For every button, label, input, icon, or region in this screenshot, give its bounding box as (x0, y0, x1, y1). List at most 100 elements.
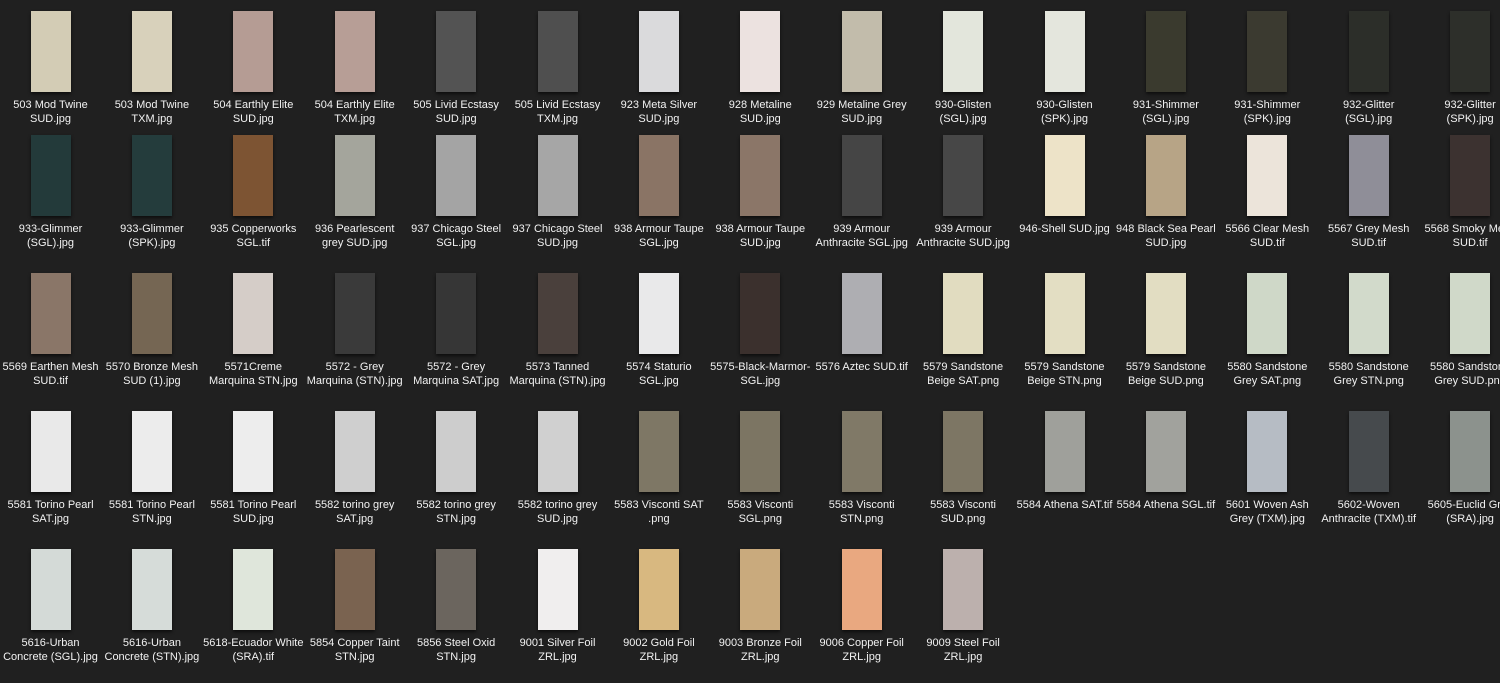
swatch-thumbnail-icon[interactable] (638, 549, 679, 630)
file-name-label: 5575-Black-Marmor-SGL.jpg (710, 361, 811, 387)
file-name-label: 932-Glitter (SPK).jpg (1444, 99, 1496, 125)
swatch-thumbnail-icon[interactable] (334, 273, 375, 354)
swatch-thumbnail-icon[interactable] (841, 549, 882, 630)
file-name-label: 5569 Earthen Mesh SUD.tif (2, 361, 99, 387)
swatch-thumbnail-icon[interactable] (233, 411, 274, 492)
swatch-thumbnail-icon[interactable] (537, 549, 578, 630)
file-name-label: 5581 Torino Pearl STN.jpg (108, 499, 195, 525)
swatch-thumbnail-icon[interactable] (638, 135, 679, 216)
swatch-thumbnail-icon[interactable] (943, 273, 984, 354)
swatch-thumbnail-icon[interactable] (30, 273, 71, 354)
swatch-thumbnail-icon[interactable] (30, 11, 71, 92)
swatch-thumbnail-icon[interactable] (131, 135, 172, 216)
file-name-label: 503 Mod Twine SUD.jpg (13, 99, 88, 125)
swatch-thumbnail-icon[interactable] (1348, 273, 1389, 354)
swatch-thumbnail-icon[interactable] (841, 273, 882, 354)
swatch-thumbnail-icon[interactable] (740, 549, 781, 630)
swatch-thumbnail-icon[interactable] (131, 11, 172, 92)
file-name-label: 931-Shimmer (SGL).jpg (1132, 99, 1199, 125)
swatch-thumbnail-icon[interactable] (740, 411, 781, 492)
file-name-label: 5579 Sandstone Beige SUD.png (1125, 361, 1206, 387)
swatch-thumbnail-icon[interactable] (537, 273, 578, 354)
file-name-label: 936 Pearlescent grey SUD.jpg (314, 223, 395, 249)
swatch-thumbnail-icon[interactable] (638, 11, 679, 92)
swatch-thumbnail-icon[interactable] (1348, 11, 1389, 92)
swatch-thumbnail-icon[interactable] (30, 411, 71, 492)
file-name-label: 5605-Euclid Grey (SRA).jpg (1427, 499, 1500, 525)
swatch-thumbnail-icon[interactable] (740, 135, 781, 216)
swatch-thumbnail-icon[interactable] (638, 411, 679, 492)
swatch-thumbnail-icon[interactable] (1145, 273, 1186, 354)
file-name-label: 9006 Copper Foil ZRL.jpg (819, 637, 904, 663)
swatch-thumbnail-icon[interactable] (537, 135, 578, 216)
swatch-thumbnail-icon[interactable] (334, 549, 375, 630)
swatch-thumbnail-icon[interactable] (841, 135, 882, 216)
swatch-thumbnail-icon[interactable] (1044, 411, 1085, 492)
file-name-label: 5602-Woven Anthracite (TXM).tif (1321, 499, 1417, 525)
swatch-thumbnail-icon[interactable] (30, 135, 71, 216)
file-name-label: 948 Black Sea Pearl SUD.jpg (1116, 223, 1216, 249)
file-name-label: 5584 Athena SAT.tif (1016, 499, 1113, 511)
file-name-label: 5572 - Grey Marquina SAT.jpg (413, 361, 500, 387)
swatch-thumbnail-icon[interactable] (1044, 135, 1085, 216)
file-name-label: 5576 Aztec SUD.tif (815, 361, 908, 373)
file-name-label: 504 Earthly Elite TXM.jpg (314, 99, 395, 125)
file-name-label: 5583 Visconti STN.png (828, 499, 895, 525)
swatch-thumbnail-icon[interactable] (1348, 135, 1389, 216)
swatch-thumbnail-icon[interactable] (1247, 11, 1288, 92)
file-name-label: 5582 torino grey SUD.jpg (517, 499, 598, 525)
swatch-thumbnail-icon[interactable] (436, 411, 477, 492)
swatch-thumbnail-icon[interactable] (233, 135, 274, 216)
swatch-thumbnail-icon[interactable] (436, 11, 477, 92)
swatch-thumbnail-icon[interactable] (1450, 135, 1491, 216)
swatch-thumbnail-icon[interactable] (436, 273, 477, 354)
swatch-thumbnail-icon[interactable] (1044, 273, 1085, 354)
file-name-label: 933-Glimmer (SPK).jpg (120, 223, 184, 249)
swatch-thumbnail-icon[interactable] (131, 549, 172, 630)
swatch-thumbnail-icon[interactable] (233, 549, 274, 630)
swatch-thumbnail-icon[interactable] (1145, 135, 1186, 216)
swatch-thumbnail-icon[interactable] (1450, 11, 1491, 92)
swatch-thumbnail-icon[interactable] (841, 11, 882, 92)
swatch-thumbnail-icon[interactable] (1044, 11, 1085, 92)
swatch-thumbnail-icon[interactable] (943, 411, 984, 492)
swatch-thumbnail-icon[interactable] (436, 549, 477, 630)
swatch-thumbnail-icon[interactable] (233, 11, 274, 92)
swatch-thumbnail-icon[interactable] (436, 135, 477, 216)
swatch-thumbnail-icon[interactable] (334, 411, 375, 492)
file-name-label: 5574 Staturio SGL.jpg (626, 361, 692, 387)
swatch-thumbnail-icon[interactable] (30, 549, 71, 630)
file-name-label: 5581 Torino Pearl SUD.jpg (210, 499, 297, 525)
file-name-label: 939 Armour Anthracite SUD.jpg (916, 223, 1010, 249)
swatch-thumbnail-icon[interactable] (1145, 411, 1186, 492)
file-name-label: 938 Armour Taupe SGL.jpg (614, 223, 704, 249)
file-name-label: 931-Shimmer (SPK).jpg (1234, 99, 1301, 125)
swatch-thumbnail-icon[interactable] (841, 411, 882, 492)
swatch-thumbnail-icon[interactable] (233, 273, 274, 354)
file-name-label: 505 Livid Ecstasy TXM.jpg (514, 99, 601, 125)
swatch-thumbnail-icon[interactable] (740, 11, 781, 92)
swatch-thumbnail-icon[interactable] (1247, 273, 1288, 354)
swatch-thumbnail-icon[interactable] (131, 411, 172, 492)
swatch-thumbnail-icon[interactable] (1450, 411, 1491, 492)
swatch-thumbnail-icon[interactable] (943, 135, 984, 216)
swatch-thumbnail-icon[interactable] (334, 135, 375, 216)
swatch-thumbnail-icon[interactable] (1145, 11, 1186, 92)
swatch-thumbnail-icon[interactable] (131, 273, 172, 354)
swatch-thumbnail-icon[interactable] (1450, 273, 1491, 354)
file-name-label: 930-Glisten (SPK).jpg (1036, 99, 1093, 125)
file-name-label: 937 Chicago Steel SUD.jpg (512, 223, 603, 249)
file-name-label: 928 Metaline SUD.jpg (728, 99, 792, 125)
swatch-thumbnail-icon[interactable] (638, 273, 679, 354)
swatch-thumbnail-icon[interactable] (943, 549, 984, 630)
swatch-thumbnail-icon[interactable] (1348, 411, 1389, 492)
file-name-label: 933-Glimmer (SGL).jpg (18, 223, 83, 249)
swatch-thumbnail-icon[interactable] (537, 11, 578, 92)
swatch-thumbnail-icon[interactable] (943, 11, 984, 92)
file-name-label: 9009 Steel Foil ZRL.jpg (926, 637, 1000, 663)
swatch-thumbnail-icon[interactable] (1247, 135, 1288, 216)
swatch-thumbnail-icon[interactable] (334, 11, 375, 92)
swatch-thumbnail-icon[interactable] (740, 273, 781, 354)
swatch-thumbnail-icon[interactable] (1247, 411, 1288, 492)
swatch-thumbnail-icon[interactable] (537, 411, 578, 492)
